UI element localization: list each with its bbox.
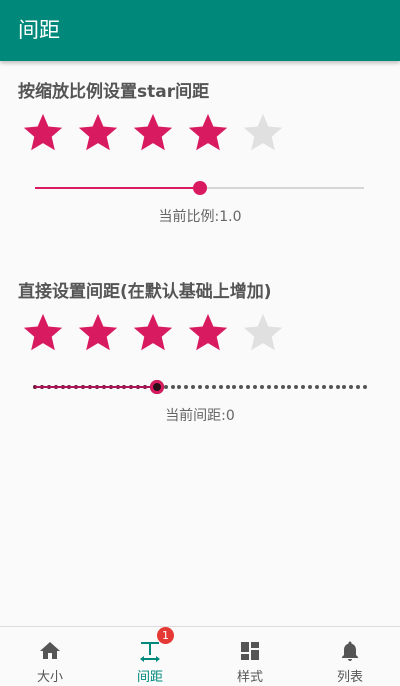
scale-slider-thumb[interactable] bbox=[192, 181, 207, 195]
spacing-caption: 当前间距:0 bbox=[165, 408, 235, 424]
spacing-slider-tick bbox=[204, 385, 209, 389]
spacing-slider-tick bbox=[321, 385, 326, 389]
spacing-slider-tick bbox=[266, 385, 271, 389]
spacing-slider-tick bbox=[342, 385, 347, 389]
spacing-slider-tick bbox=[211, 385, 216, 389]
spacing-slider-tick bbox=[218, 385, 223, 389]
spacing-slider-tick bbox=[184, 385, 189, 389]
spacing-slider-tick bbox=[170, 385, 175, 389]
bottom-navigation: 大小 1 间距 样式 列表 bbox=[0, 626, 400, 686]
nav-item-list[interactable]: 列表 bbox=[300, 627, 400, 686]
spacing-star-icon[interactable] bbox=[20, 310, 66, 356]
dashboard-icon bbox=[241, 642, 259, 660]
scale-star-icon[interactable] bbox=[130, 110, 176, 156]
spacing-slider-tick bbox=[294, 385, 299, 389]
spacing-slider-fill bbox=[35, 386, 158, 388]
spacing-slider-tick bbox=[177, 385, 182, 389]
spacing-star-icon[interactable] bbox=[185, 310, 231, 356]
spacing-slider-tick bbox=[198, 385, 202, 389]
scale-star-icon[interactable] bbox=[185, 110, 231, 156]
spacing-slider[interactable] bbox=[33, 380, 367, 394]
rating-bar-scale[interactable] bbox=[20, 110, 286, 156]
scale-caption: 当前比例:1.0 bbox=[158, 209, 242, 225]
spacing-slider-tick bbox=[356, 385, 361, 389]
spacing-slider-tick bbox=[363, 385, 367, 389]
scale-slider-fill bbox=[35, 187, 200, 189]
spacing-icon bbox=[140, 642, 160, 662]
spacing-slider-tick bbox=[314, 385, 319, 389]
spacing-slider-tick bbox=[253, 385, 257, 389]
nav-item-size[interactable]: 大小 bbox=[0, 627, 100, 686]
section-spacing-title: 直接设置间距(在默认基础上增加) bbox=[18, 282, 272, 302]
spacing-star-icon[interactable] bbox=[75, 310, 121, 356]
spacing-slider-tick bbox=[246, 385, 251, 389]
spacing-star-icon[interactable] bbox=[240, 310, 286, 356]
spacing-slider-tick bbox=[301, 385, 306, 389]
spacing-slider-tick bbox=[335, 385, 340, 389]
spacing-slider-tick bbox=[225, 385, 230, 389]
scale-slider[interactable] bbox=[35, 181, 364, 195]
nav-label-list: 列表 bbox=[336, 670, 363, 685]
bell-icon bbox=[342, 641, 358, 661]
nav-item-style[interactable]: 样式 bbox=[200, 627, 300, 686]
spacing-slider-tick bbox=[328, 385, 333, 389]
spacing-slider-tick bbox=[191, 385, 196, 389]
spacing-slider-tick bbox=[232, 385, 237, 389]
page-title: 间距 bbox=[18, 18, 60, 42]
nav-label-style: 样式 bbox=[236, 670, 263, 685]
scale-star-icon[interactable] bbox=[240, 110, 286, 156]
section-scale-title: 按缩放比例设置star间距 bbox=[18, 82, 210, 102]
scale-star-icon[interactable] bbox=[75, 110, 121, 156]
app-bar: 间距 bbox=[0, 0, 400, 61]
spacing-slider-tick bbox=[163, 385, 168, 389]
nav-item-spacing[interactable]: 1 间距 bbox=[100, 627, 200, 686]
nav-label-size: 大小 bbox=[36, 670, 63, 685]
spacing-slider-tick bbox=[287, 385, 292, 389]
scale-star-icon[interactable] bbox=[20, 110, 66, 156]
spacing-star-icon[interactable] bbox=[130, 310, 176, 356]
rating-bar-spacing[interactable] bbox=[20, 310, 286, 356]
spacing-slider-tick bbox=[349, 385, 354, 389]
spacing-slider-tick bbox=[259, 385, 264, 389]
nav-label-spacing: 间距 bbox=[136, 670, 163, 685]
spacing-slider-thumb[interactable] bbox=[150, 380, 165, 394]
spacing-slider-tick bbox=[280, 385, 285, 389]
spacing-slider-tick bbox=[273, 385, 278, 389]
nav-badge: 1 bbox=[157, 627, 174, 644]
spacing-slider-tick bbox=[308, 385, 312, 389]
home-icon bbox=[40, 642, 60, 659]
spacing-slider-tick bbox=[239, 385, 244, 389]
